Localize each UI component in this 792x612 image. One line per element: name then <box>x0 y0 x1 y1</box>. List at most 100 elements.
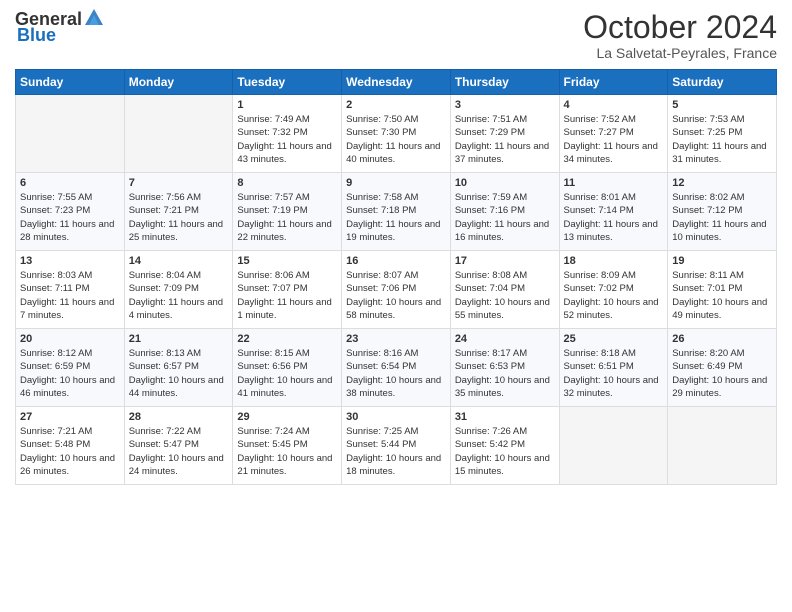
cell-content: Sunrise: 8:15 AMSunset: 6:56 PMDaylight:… <box>237 347 337 400</box>
calendar-table: SundayMondayTuesdayWednesdayThursdayFrid… <box>15 69 777 485</box>
day-number: 22 <box>237 333 337 345</box>
calendar-cell: 21Sunrise: 8:13 AMSunset: 6:57 PMDayligh… <box>124 329 233 407</box>
logo-icon <box>83 7 105 29</box>
cell-content: Sunrise: 7:53 AMSunset: 7:25 PMDaylight:… <box>672 113 772 166</box>
day-number: 7 <box>129 177 229 189</box>
cell-content: Sunrise: 8:17 AMSunset: 6:53 PMDaylight:… <box>455 347 555 400</box>
calendar-week-1: 1 Sunrise: 7:49 AMSunset: 7:32 PMDaylight… <box>16 95 777 173</box>
header: General Blue October 2024 La Salvetat-Pe… <box>15 10 777 61</box>
day-header-sunday: Sunday <box>16 70 125 95</box>
cell-content: Sunrise: 8:13 AMSunset: 6:57 PMDaylight:… <box>129 347 229 400</box>
calendar-cell: 4 Sunrise: 7:52 AMSunset: 7:27 PMDaylight… <box>559 95 668 173</box>
day-number: 9 <box>346 177 446 189</box>
logo: General Blue <box>15 10 105 46</box>
day-header-monday: Monday <box>124 70 233 95</box>
cell-content: Sunrise: 7:51 AMSunset: 7:29 PMDaylight:… <box>455 113 555 166</box>
calendar-cell: 10 Sunrise: 7:59 AMSunset: 7:16 PMDayligh… <box>450 173 559 251</box>
cell-content: Sunrise: 7:56 AMSunset: 7:21 PMDaylight:… <box>129 191 229 244</box>
calendar-cell: 31Sunrise: 7:26 AMSunset: 5:42 PMDayligh… <box>450 407 559 485</box>
calendar-cell: 26 Sunrise: 8:20 AMSunset: 6:49 PMDayligh… <box>668 329 777 407</box>
day-number: 23 <box>346 333 446 345</box>
day-number: 8 <box>237 177 337 189</box>
calendar-cell <box>668 407 777 485</box>
cell-content: Sunrise: 8:09 AMSunset: 7:02 PMDaylight:… <box>564 269 664 322</box>
calendar-cell: 11Sunrise: 8:01 AMSunset: 7:14 PMDayligh… <box>559 173 668 251</box>
day-header-thursday: Thursday <box>450 70 559 95</box>
calendar-cell <box>559 407 668 485</box>
day-number: 1 <box>237 99 337 111</box>
cell-content: Sunrise: 8:03 AMSunset: 7:11 PMDaylight:… <box>20 269 120 322</box>
calendar-week-3: 13 Sunrise: 8:03 AMSunset: 7:11 PMDayligh… <box>16 251 777 329</box>
calendar-cell: 7 Sunrise: 7:56 AMSunset: 7:21 PMDaylight… <box>124 173 233 251</box>
day-header-wednesday: Wednesday <box>342 70 451 95</box>
title-block: October 2024 La Salvetat-Peyrales, Franc… <box>583 10 777 61</box>
day-number: 13 <box>20 255 120 267</box>
day-number: 27 <box>20 411 120 423</box>
calendar-cell: 12Sunrise: 8:02 AMSunset: 7:12 PMDayligh… <box>668 173 777 251</box>
calendar-cell: 2Sunrise: 7:50 AMSunset: 7:30 PMDaylight… <box>342 95 451 173</box>
calendar-cell: 23 Sunrise: 8:16 AMSunset: 6:54 PMDayligh… <box>342 329 451 407</box>
day-number: 25 <box>564 333 664 345</box>
calendar-cell: 24Sunrise: 8:17 AMSunset: 6:53 PMDayligh… <box>450 329 559 407</box>
calendar-cell: 3 Sunrise: 7:51 AMSunset: 7:29 PMDaylight… <box>450 95 559 173</box>
cell-content: Sunrise: 7:59 AMSunset: 7:16 PMDaylight:… <box>455 191 555 244</box>
cell-content: Sunrise: 8:20 AMSunset: 6:49 PMDaylight:… <box>672 347 772 400</box>
calendar-cell: 1 Sunrise: 7:49 AMSunset: 7:32 PMDaylight… <box>233 95 342 173</box>
day-number: 30 <box>346 411 446 423</box>
day-header-saturday: Saturday <box>668 70 777 95</box>
calendar-cell: 17 Sunrise: 8:08 AMSunset: 7:04 PMDayligh… <box>450 251 559 329</box>
calendar-cell: 22 Sunrise: 8:15 AMSunset: 6:56 PMDayligh… <box>233 329 342 407</box>
cell-content: Sunrise: 8:04 AMSunset: 7:09 PMDaylight:… <box>129 269 229 322</box>
calendar-week-4: 20 Sunrise: 8:12 AMSunset: 6:59 PMDayligh… <box>16 329 777 407</box>
calendar-week-2: 6Sunrise: 7:55 AMSunset: 7:23 PMDaylight… <box>16 173 777 251</box>
day-number: 29 <box>237 411 337 423</box>
day-header-tuesday: Tuesday <box>233 70 342 95</box>
calendar-cell: 27 Sunrise: 7:21 AMSunset: 5:48 PMDayligh… <box>16 407 125 485</box>
calendar-cell: 5 Sunrise: 7:53 AMSunset: 7:25 PMDaylight… <box>668 95 777 173</box>
calendar-cell: 30 Sunrise: 7:25 AMSunset: 5:44 PMDayligh… <box>342 407 451 485</box>
calendar-cell: 20 Sunrise: 8:12 AMSunset: 6:59 PMDayligh… <box>16 329 125 407</box>
calendar-cell <box>16 95 125 173</box>
calendar-cell: 13 Sunrise: 8:03 AMSunset: 7:11 PMDayligh… <box>16 251 125 329</box>
day-number: 20 <box>20 333 120 345</box>
calendar-cell: 29 Sunrise: 7:24 AMSunset: 5:45 PMDayligh… <box>233 407 342 485</box>
day-number: 6 <box>20 177 120 189</box>
cell-content: Sunrise: 7:22 AMSunset: 5:47 PMDaylight:… <box>129 425 229 478</box>
calendar-week-5: 27 Sunrise: 7:21 AMSunset: 5:48 PMDayligh… <box>16 407 777 485</box>
location: La Salvetat-Peyrales, France <box>583 45 777 61</box>
cell-content: Sunrise: 8:16 AMSunset: 6:54 PMDaylight:… <box>346 347 446 400</box>
day-number: 17 <box>455 255 555 267</box>
day-number: 3 <box>455 99 555 111</box>
cell-content: Sunrise: 7:49 AMSunset: 7:32 PMDaylight:… <box>237 113 337 166</box>
day-number: 4 <box>564 99 664 111</box>
day-number: 31 <box>455 411 555 423</box>
calendar-cell: 9Sunrise: 7:58 AMSunset: 7:18 PMDaylight… <box>342 173 451 251</box>
day-number: 28 <box>129 411 229 423</box>
cell-content: Sunrise: 8:08 AMSunset: 7:04 PMDaylight:… <box>455 269 555 322</box>
day-number: 11 <box>564 177 664 189</box>
cell-content: Sunrise: 8:18 AMSunset: 6:51 PMDaylight:… <box>564 347 664 400</box>
cell-content: Sunrise: 7:24 AMSunset: 5:45 PMDaylight:… <box>237 425 337 478</box>
calendar-header-row: SundayMondayTuesdayWednesdayThursdayFrid… <box>16 70 777 95</box>
calendar-cell: 14 Sunrise: 8:04 AMSunset: 7:09 PMDayligh… <box>124 251 233 329</box>
cell-content: Sunrise: 8:12 AMSunset: 6:59 PMDaylight:… <box>20 347 120 400</box>
day-number: 10 <box>455 177 555 189</box>
cell-content: Sunrise: 8:07 AMSunset: 7:06 PMDaylight:… <box>346 269 446 322</box>
day-number: 14 <box>129 255 229 267</box>
cell-content: Sunrise: 8:11 AMSunset: 7:01 PMDaylight:… <box>672 269 772 322</box>
day-number: 26 <box>672 333 772 345</box>
cell-content: Sunrise: 7:52 AMSunset: 7:27 PMDaylight:… <box>564 113 664 166</box>
cell-content: Sunrise: 8:02 AMSunset: 7:12 PMDaylight:… <box>672 191 772 244</box>
day-number: 5 <box>672 99 772 111</box>
cell-content: Sunrise: 7:21 AMSunset: 5:48 PMDaylight:… <box>20 425 120 478</box>
calendar-cell: 15Sunrise: 8:06 AMSunset: 7:07 PMDayligh… <box>233 251 342 329</box>
calendar-cell: 28 Sunrise: 7:22 AMSunset: 5:47 PMDayligh… <box>124 407 233 485</box>
day-number: 19 <box>672 255 772 267</box>
cell-content: Sunrise: 7:25 AMSunset: 5:44 PMDaylight:… <box>346 425 446 478</box>
cell-content: Sunrise: 7:57 AMSunset: 7:19 PMDaylight:… <box>237 191 337 244</box>
logo-blue-text: Blue <box>17 26 56 46</box>
calendar-cell: 6Sunrise: 7:55 AMSunset: 7:23 PMDaylight… <box>16 173 125 251</box>
calendar-cell: 8 Sunrise: 7:57 AMSunset: 7:19 PMDaylight… <box>233 173 342 251</box>
day-header-friday: Friday <box>559 70 668 95</box>
calendar-cell: 16Sunrise: 8:07 AMSunset: 7:06 PMDayligh… <box>342 251 451 329</box>
